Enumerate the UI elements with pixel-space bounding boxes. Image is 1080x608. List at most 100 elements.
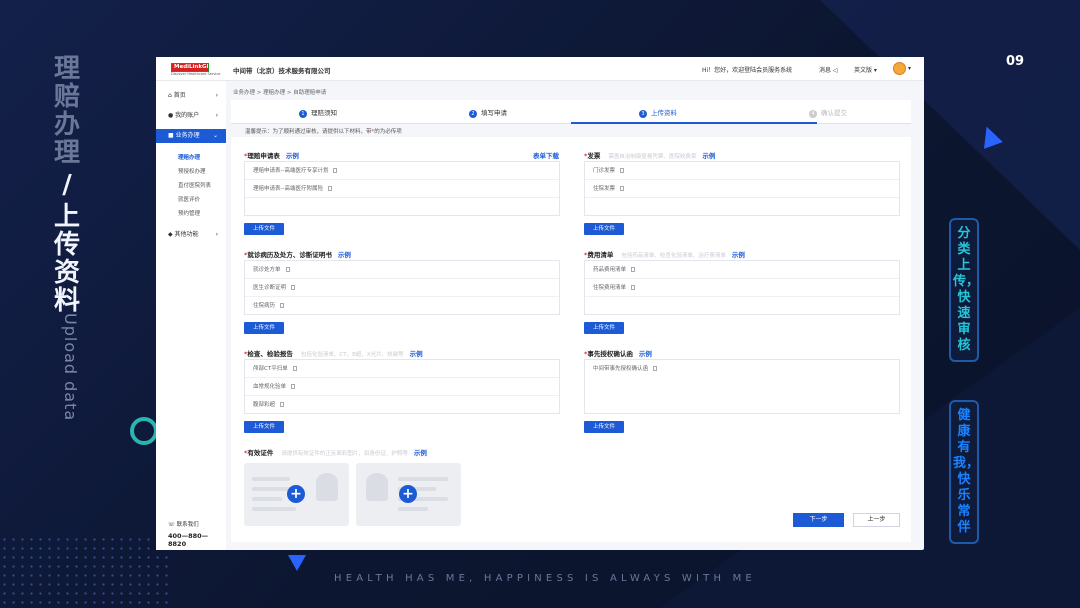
list-item[interactable]: 就诊处方单 [245, 261, 559, 279]
list-item[interactable]: 颅部CT平扫单 [245, 360, 559, 378]
section-label: 理赔申请表 [247, 152, 280, 160]
list-item[interactable]: 住院病历 [245, 297, 559, 315]
step-number: 3 [639, 110, 647, 118]
placeholder-line [398, 477, 448, 481]
avatar[interactable] [893, 62, 906, 75]
add-icon[interactable]: + [399, 485, 417, 503]
list-item[interactable]: 药品费用清单 [585, 261, 899, 279]
step-active-underline [571, 122, 817, 124]
list-item[interactable]: 住院发票 [585, 180, 899, 198]
step-3: 3 上传资料 [639, 107, 677, 118]
section-title-fee-list: *费用清单 包括药品清单、检查化验清单、治疗费清单 示例 [584, 249, 745, 259]
id-back-upload-card[interactable]: + [356, 463, 461, 526]
file-icon [631, 267, 636, 272]
company-name: 中间带（北京）技术服务有限公司 [233, 67, 331, 75]
example-link[interactable]: 示例 [338, 251, 351, 259]
list-item[interactable]: 理赔申请表--高端医疗附属险 [245, 180, 559, 198]
sidebar-item-label: 我的账户 [175, 112, 200, 119]
file-name: 药品费用清单 [593, 267, 627, 273]
slide-side-title: 理 赔 办 理 / 上 传 资 料 [52, 55, 82, 315]
example-link[interactable]: 示例 [639, 350, 652, 358]
step-indicator: 1 理赔须知 2 填写申请 3 上传资料 4 确认提交 [231, 100, 911, 124]
language-switch[interactable]: 英文版 ▾ [854, 65, 877, 74]
example-link[interactable]: 示例 [410, 350, 423, 358]
section-hint: 请提供有效证件的正反面彩图片，如身份证、护照等 [281, 451, 408, 457]
file-list-fee-list: 药品费用清单 住院费用清单 [584, 260, 900, 315]
file-name: 就诊处方单 [253, 267, 281, 273]
sidebar-item-label: 首页 [173, 92, 186, 99]
sidebar-item-label: 其他功能 [174, 231, 199, 238]
title-char: 办 [53, 110, 80, 140]
next-step-button[interactable]: 下一步 [793, 513, 844, 527]
list-item[interactable]: 中间带事先授权确认函 [585, 360, 899, 378]
section-label: 就诊病历及处方、诊断证明书 [247, 251, 332, 259]
list-item[interactable]: 血常规化验单 [245, 378, 559, 396]
portrait-silhouette-icon [366, 473, 388, 501]
list-item[interactable]: 住院费用清单 [585, 279, 899, 297]
logo[interactable]: MediLinkGlobal Discover Healthcare Servi… [171, 63, 220, 76]
list-item[interactable]: 理赔申请表--高端医疗专享计划 [245, 162, 559, 180]
list-item[interactable]: 门诊发票 [585, 162, 899, 180]
id-front-upload-card[interactable]: + [244, 463, 349, 526]
file-icon [333, 168, 338, 173]
sidebar-subitem-review[interactable]: 就医评价 [178, 195, 200, 203]
previous-step-button[interactable]: 上一步 [853, 513, 900, 527]
sidebar-subitem-hospitals[interactable]: 直付医院列表 [178, 181, 211, 189]
sidebar-item-business[interactable]: ■ 业务办理 ⌄ [156, 129, 226, 143]
page-number: 09 [1006, 54, 1025, 69]
file-name: 医生诊断证明 [253, 285, 287, 291]
sidebar: ⌂ 首页 › ● 我的账户 › ■ 业务办理 ⌄ 理赔办理 预授权办理 直付医院… [156, 81, 226, 550]
chevron-down-icon[interactable]: ▾ [908, 65, 911, 72]
file-icon [280, 303, 285, 308]
upload-button-medical-record[interactable]: 上传文件 [244, 322, 284, 334]
contact-link[interactable]: ☏ 联系我们 [168, 520, 199, 528]
tip-post: 的为必传项 [374, 129, 402, 135]
messages-link[interactable]: 消息 ◁ [819, 65, 838, 74]
step-label: 理赔须知 [311, 109, 337, 117]
file-name: 中间带事先授权确认函 [593, 366, 649, 372]
section-label: 发票 [587, 152, 601, 160]
add-icon[interactable]: + [287, 485, 305, 503]
sidebar-subitem-preauth[interactable]: 预授权办理 [178, 167, 206, 175]
upload-button-preauth[interactable]: 上传文件 [584, 421, 624, 433]
sidebar-subitem-booking[interactable]: 预约管理 [178, 209, 200, 217]
download-form-link[interactable]: 表单下载 [533, 150, 559, 160]
section-label: 费用清单 [587, 251, 614, 259]
upload-button-claim-form[interactable]: 上传文件 [244, 223, 284, 235]
example-link[interactable]: 示例 [702, 152, 715, 160]
upload-button-fee-list[interactable]: 上传文件 [584, 322, 624, 334]
example-link[interactable]: 示例 [286, 152, 299, 160]
example-link[interactable]: 示例 [414, 449, 427, 457]
chevron-right-icon: › [215, 231, 218, 238]
sidebar-item-other[interactable]: ◆ 其他功能 › [156, 228, 226, 242]
step-label: 确认提交 [821, 109, 847, 117]
file-name: 住院病历 [253, 303, 276, 309]
gear-icon: ◆ [168, 231, 173, 238]
decorative-dot-grid [0, 535, 170, 605]
sidebar-item-home[interactable]: ⌂ 首页 › [156, 89, 226, 103]
list-item[interactable]: 腹部彩超 [245, 396, 559, 414]
slide-side-subtitle: Upload data [61, 313, 80, 422]
example-link[interactable]: 示例 [732, 251, 745, 259]
file-icon [620, 186, 625, 191]
file-name: 颅部CT平扫单 [253, 366, 288, 372]
section-title-claim-form: *理赔申请表 示例 [244, 150, 299, 160]
upload-button-exam-report[interactable]: 上传文件 [244, 421, 284, 433]
section-title-medical-record: *就诊病历及处方、诊断证明书 示例 [244, 249, 351, 259]
home-icon: ⌂ [168, 92, 172, 99]
title-separator: / [62, 170, 72, 200]
placeholder-line [252, 477, 290, 481]
placeholder-line [252, 507, 296, 511]
title-char: 传 [53, 230, 80, 260]
step-label: 上传资料 [651, 109, 677, 117]
title-char: 料 [53, 286, 80, 316]
list-item[interactable]: 医生诊断证明 [245, 279, 559, 297]
sidebar-subitem-claims[interactable]: 理赔办理 [178, 153, 200, 161]
upload-button-invoice[interactable]: 上传文件 [584, 223, 624, 235]
sidebar-item-account[interactable]: ● 我的账户 › [156, 109, 226, 123]
file-list-exam-report: 颅部CT平扫单 血常规化验单 腹部彩超 [244, 359, 560, 414]
upload-content: *理赔申请表 示例 表单下载 理赔申请表--高端医疗专享计划 理赔申请表--高端医… [231, 137, 911, 542]
tip-pre: 温馨提示：为了顺利通过审核，请提供以下材料，带 [245, 129, 372, 135]
section-label: 检查、检验报告 [247, 350, 293, 358]
step-number: 2 [469, 110, 477, 118]
